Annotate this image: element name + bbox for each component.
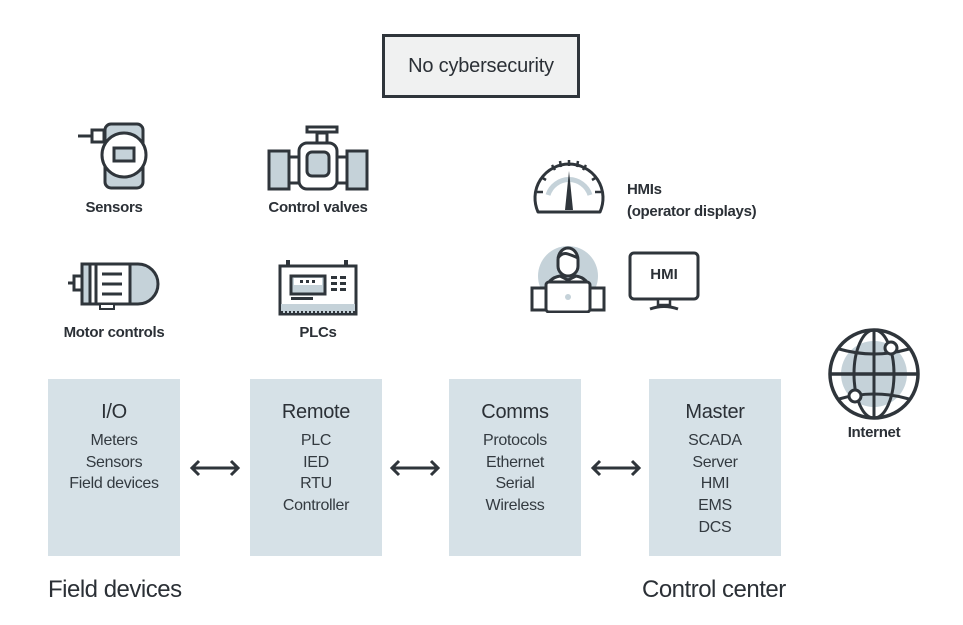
block-item: PLC [300,432,332,449]
control-center-label: Control center [642,576,786,603]
block-item: DCS [698,518,732,536]
block-comms: Comms Protocols Ethernet Serial Wireless [449,379,581,556]
block-item: Sensors [85,453,143,471]
bidirectional-arrow-icon [189,458,241,478]
block-io: I/O Meters Sensors Field devices [48,379,180,556]
block-item: EMS [698,497,732,515]
field-devices-label: Field devices [48,576,182,603]
block-remote: Remote PLC IED RTU Controller [250,379,382,556]
operator-icon [530,238,606,314]
gauge-icon [532,155,606,215]
block-item: Serial [495,475,535,493]
block-item: Server [692,453,738,471]
block-title: I/O [101,401,127,423]
block-title: Remote [281,401,351,423]
hmis-label-line1: HMIs [627,181,662,198]
control-valves-label: Control valves [268,199,368,216]
motor-controls-label: Motor controls [63,324,165,341]
title-box: No cybersecurity [382,34,580,98]
block-item: Controller [282,497,350,515]
block-title: Comms [481,401,549,423]
hmis-label-line2: (operator displays) [627,203,757,220]
block-item: IED [303,453,329,471]
globe-icon [827,327,921,421]
bidirectional-arrow-icon [590,458,642,478]
hmi-screen-label: HMI [650,266,678,283]
sensors-label: Sensors [85,199,143,216]
block-item: Meters [90,432,138,449]
block-master: Master SCADA Server HMI EMS DCS [649,379,781,556]
sensor-icon [78,122,150,192]
title-text: No cybersecurity [408,54,554,77]
bidirectional-arrow-icon [389,458,441,478]
block-item: Protocols [483,432,547,449]
plc-icon [278,258,358,318]
block-item: RTU [300,475,332,493]
block-item: Field devices [69,475,159,493]
block-item: Ethernet [485,453,545,471]
internet-label: Internet [847,424,901,441]
plcs-label: PLCs [299,324,337,341]
block-item: Wireless [485,497,545,515]
block-item: SCADA [688,432,742,449]
motor-icon [66,260,162,310]
block-item: HMI [700,475,730,493]
block-title: Master [685,401,745,423]
control-valve-icon [267,124,369,192]
